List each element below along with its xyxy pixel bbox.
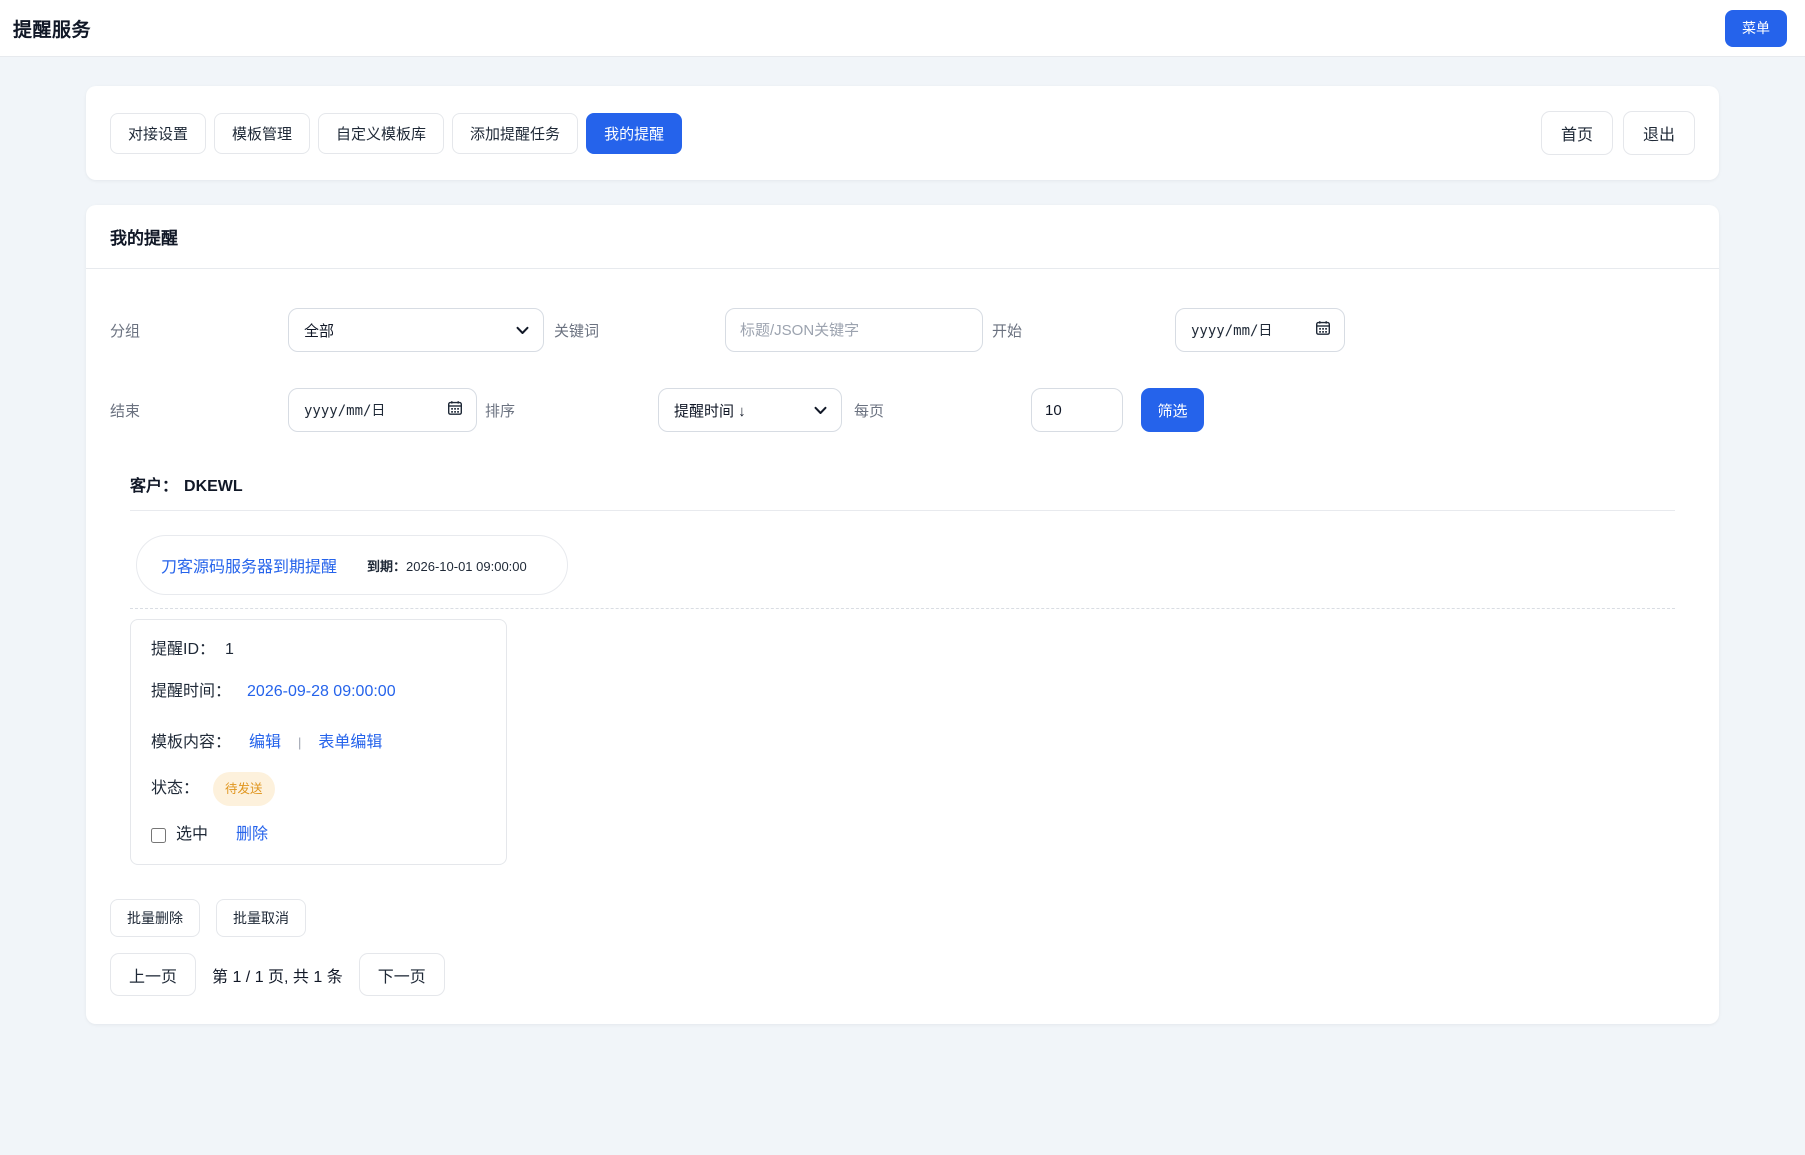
filter-row-1: 分组 全部 关键词 开始 yyyy/mm/日 <box>110 308 1695 352</box>
batch-actions: 批量删除 批量取消 <box>110 899 1695 937</box>
reminder-title-link[interactable]: 刀客源码服务器到期提醒 <box>161 553 337 577</box>
status-label: 状态： <box>151 776 199 802</box>
per-page-label: 每页 <box>854 400 1031 421</box>
pagination: 上一页 第 1 / 1 页, 共 1 条 下一页 <box>110 953 1695 996</box>
reminder-expire: 到期：2026-10-01 09:00:00 <box>367 556 527 575</box>
select-row: 选中 删除 <box>151 822 486 848</box>
dashed-divider <box>130 608 1675 609</box>
tab-integration-settings[interactable]: 对接设置 <box>110 113 206 154</box>
end-label: 结束 <box>110 400 288 421</box>
reminder-time-label: 提醒时间： <box>151 679 231 705</box>
start-date-placeholder: yyyy/mm/日 <box>1191 320 1272 340</box>
logout-button[interactable]: 退出 <box>1623 111 1695 155</box>
start-label: 开始 <box>992 320 1175 341</box>
tab-my-reminders[interactable]: 我的提醒 <box>586 113 682 154</box>
status-row: 状态： 待发送 <box>151 772 486 806</box>
end-date-input[interactable]: yyyy/mm/日 <box>288 388 477 432</box>
home-button[interactable]: 首页 <box>1541 111 1613 155</box>
select-label: 选中 <box>176 822 208 848</box>
template-content-label: 模板内容： <box>151 730 231 756</box>
reminder-pill: 刀客源码服务器到期提醒 到期：2026-10-01 09:00:00 <box>136 535 568 595</box>
panel-title: 我的提醒 <box>110 229 178 248</box>
keyword-label: 关键词 <box>554 320 725 341</box>
topbar: 提醒服务 菜单 <box>0 0 1805 57</box>
chevron-down-icon <box>814 402 827 419</box>
template-links: 编辑 | 表单编辑 <box>249 730 382 756</box>
template-content-row: 模板内容： 编辑 | 表单编辑 <box>151 730 486 756</box>
expire-label: 到期： <box>367 559 406 574</box>
link-separator: | <box>298 730 301 756</box>
reminder-time-row: 提醒时间： 2026-09-28 09:00:00 <box>151 679 486 705</box>
group-label: 分组 <box>110 320 288 341</box>
keyword-input[interactable] <box>725 308 983 352</box>
reminder-time-link[interactable]: 2026-09-28 09:00:00 <box>247 679 396 705</box>
tab-add-reminder-task[interactable]: 添加提醒任务 <box>452 113 578 154</box>
expire-value: 2026-10-01 09:00:00 <box>406 559 527 574</box>
tab-template-management[interactable]: 模板管理 <box>214 113 310 154</box>
prev-page-button[interactable]: 上一页 <box>110 953 196 996</box>
form-edit-link[interactable]: 表单编辑 <box>318 730 382 756</box>
group-select[interactable]: 全部 <box>288 308 544 352</box>
filter-form: 分组 全部 关键词 开始 yyyy/mm/日 <box>86 269 1719 432</box>
results-section: 客户： DKEWL 刀客源码服务器到期提醒 到期：2026-10-01 09:00… <box>86 472 1719 865</box>
group-select-value: 全部 <box>304 320 334 341</box>
my-reminders-panel: 我的提醒 分组 全部 关键词 开始 yyyy/mm/日 <box>86 205 1719 1024</box>
filter-button[interactable]: 筛选 <box>1141 388 1204 432</box>
customer-heading: 客户： DKEWL <box>130 472 1675 496</box>
tab-custom-template-library[interactable]: 自定义模板库 <box>318 113 444 154</box>
filter-row-2: 结束 yyyy/mm/日 排序 <box>110 388 1695 432</box>
start-date-input[interactable]: yyyy/mm/日 <box>1175 308 1345 352</box>
calendar-icon[interactable] <box>1315 320 1331 340</box>
reminder-id-row: 提醒ID： 1 <box>151 637 486 663</box>
delete-link[interactable]: 删除 <box>236 822 268 848</box>
customer-divider <box>130 510 1675 511</box>
select-checkbox[interactable] <box>151 828 166 843</box>
per-page-input[interactable] <box>1031 388 1123 432</box>
edit-link[interactable]: 编辑 <box>249 730 281 756</box>
reminder-id-value: 1 <box>225 637 234 663</box>
reminder-detail-card: 提醒ID： 1 提醒时间： 2026-09-28 09:00:00 模板内容： … <box>130 619 507 865</box>
menu-button[interactable]: 菜单 <box>1725 10 1787 47</box>
customer-label: 客户： <box>130 478 178 495</box>
calendar-icon[interactable] <box>447 400 463 420</box>
reminder-id-label: 提醒ID： <box>151 637 215 663</box>
nav-card: 对接设置 模板管理 自定义模板库 添加提醒任务 我的提醒 首页 退出 <box>86 86 1719 180</box>
batch-cancel-button[interactable]: 批量取消 <box>216 899 306 937</box>
nav-right-group: 首页 退出 <box>1541 111 1695 155</box>
page-info: 第 1 / 1 页, 共 1 条 <box>212 963 343 987</box>
panel-header: 我的提醒 <box>86 205 1719 269</box>
sort-label: 排序 <box>485 400 658 421</box>
next-page-button[interactable]: 下一页 <box>359 953 445 996</box>
customer-name: DKEWL <box>184 478 243 495</box>
status-badge: 待发送 <box>213 772 275 806</box>
chevron-down-icon <box>516 322 529 339</box>
sort-select[interactable]: 提醒时间 ↓ <box>658 388 842 432</box>
app-title: 提醒服务 <box>13 15 91 42</box>
sort-select-value: 提醒时间 ↓ <box>674 400 746 421</box>
batch-delete-button[interactable]: 批量删除 <box>110 899 200 937</box>
end-date-placeholder: yyyy/mm/日 <box>304 400 385 420</box>
